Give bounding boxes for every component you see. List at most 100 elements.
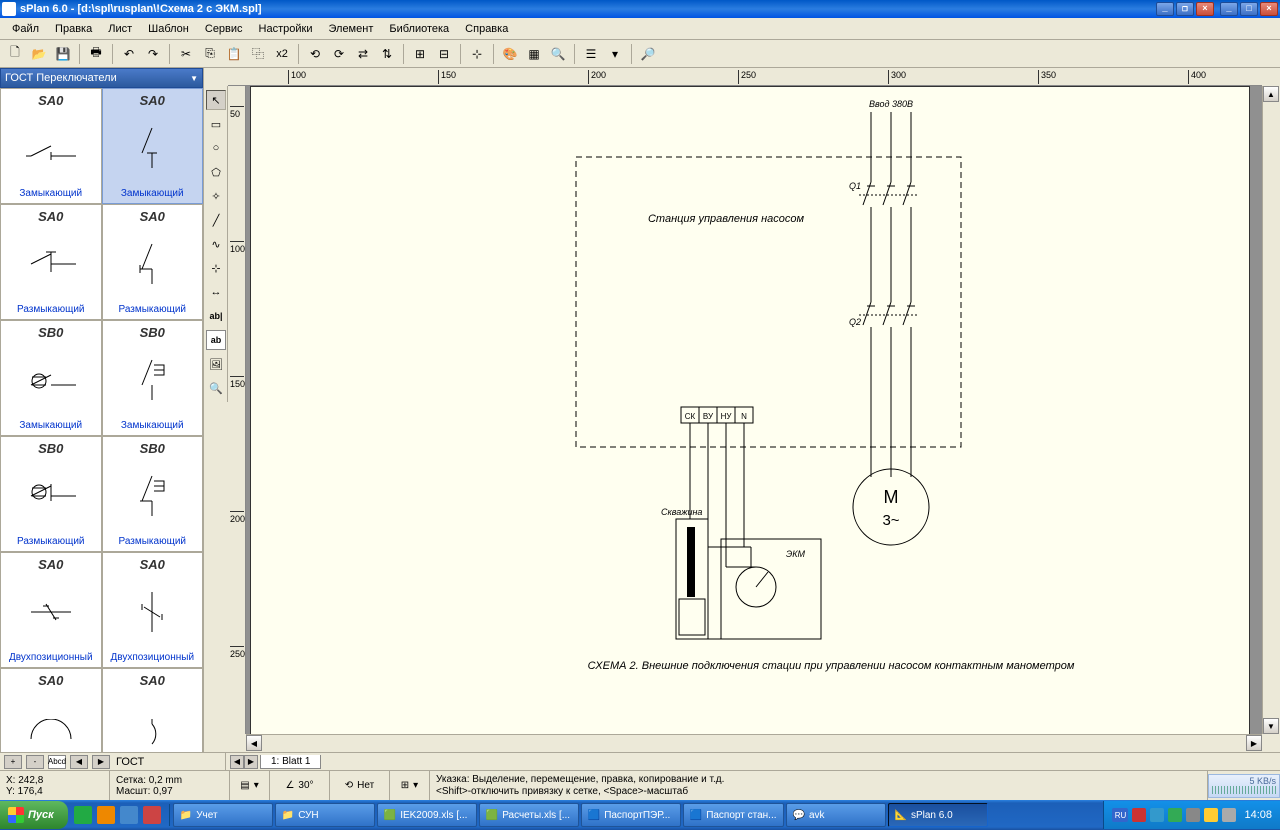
list-icon[interactable]: ☰ xyxy=(580,43,602,65)
dimension-tool-icon[interactable]: ↔ xyxy=(206,282,226,302)
tray-icon-1[interactable] xyxy=(1132,808,1146,822)
menu-help[interactable]: Справка xyxy=(457,21,516,37)
rotate-right-icon[interactable]: ⟳ xyxy=(328,43,350,65)
scroll-right-icon[interactable]: ▶ xyxy=(1246,735,1262,751)
component-5[interactable]: SB0Замыкающий xyxy=(102,320,204,436)
maximize-button[interactable]: □ xyxy=(1240,2,1258,16)
task-button-7[interactable]: 📐sPlan 6.0 xyxy=(888,803,988,827)
component-10[interactable]: SA0 xyxy=(0,668,102,752)
canvas-viewport[interactable]: Ввод 380В Станция управления насосом Q1 xyxy=(246,86,1262,734)
menu-sheet[interactable]: Лист xyxy=(100,21,140,37)
tab-prev-icon[interactable]: ◀ xyxy=(230,755,244,769)
group-icon[interactable]: ⊞ xyxy=(409,43,431,65)
lib-toggle-right[interactable]: ▶ xyxy=(92,755,110,769)
paste-icon[interactable]: 📋 xyxy=(223,43,245,65)
minimize-button-outer[interactable]: _ xyxy=(1220,2,1238,16)
component-4[interactable]: SB0Замыкающий xyxy=(0,320,102,436)
menu-settings[interactable]: Настройки xyxy=(251,21,321,37)
vertical-scrollbar[interactable]: ▲ ▼ xyxy=(1262,86,1280,734)
component-8[interactable]: SA0Двухпозиционный xyxy=(0,552,102,668)
menu-template[interactable]: Шаблон xyxy=(140,21,197,37)
category-selector[interactable]: ГОСТ Переключатели xyxy=(0,68,203,88)
minimize-button[interactable]: _ xyxy=(1156,2,1174,16)
task-button-6[interactable]: 💬avk xyxy=(786,803,886,827)
duplicate-icon[interactable]: ⿻ xyxy=(247,43,269,65)
image-tool-icon[interactable]: 🖼 xyxy=(206,354,226,374)
print-icon[interactable]: 🖶 xyxy=(85,43,107,65)
ql-icon-4[interactable] xyxy=(143,806,161,824)
ql-icon-3[interactable] xyxy=(120,806,138,824)
save-icon[interactable]: 💾 xyxy=(52,43,74,65)
poly-tool-icon[interactable]: ⬠ xyxy=(206,162,226,182)
component-11[interactable]: SA0 xyxy=(102,668,204,752)
zoom-fit-icon[interactable]: 🔎 xyxy=(637,43,659,65)
task-button-4[interactable]: 🟦ПаспортПЭР... xyxy=(581,803,681,827)
component-2[interactable]: SA0Размыкающий xyxy=(0,204,102,320)
zoom-tool-icon[interactable]: 🔍 xyxy=(206,378,226,398)
status-layer[interactable]: ▤▾ xyxy=(230,771,270,800)
status-extra[interactable]: ⊞▾ xyxy=(390,771,430,800)
status-snap[interactable]: ⟲Нет xyxy=(330,771,390,800)
lib-toggle-abcd[interactable]: Abcd xyxy=(48,755,66,769)
new-icon[interactable]: 🗋 xyxy=(4,43,26,65)
close-button[interactable]: × xyxy=(1260,2,1278,16)
pointer-tool-icon[interactable]: ↖ xyxy=(206,90,226,110)
component-6[interactable]: SB0Размыкающий xyxy=(0,436,102,552)
snap-icon[interactable]: ⊹ xyxy=(466,43,488,65)
page-tab-1[interactable]: 1: Blatt 1 xyxy=(260,755,321,769)
menu-library[interactable]: Библиотека xyxy=(381,21,457,37)
component-0[interactable]: SA0Замыкающий xyxy=(0,88,102,204)
tab-next-icon[interactable]: ▶ xyxy=(244,755,258,769)
tray-icon-2[interactable] xyxy=(1150,808,1164,822)
canvas-page[interactable]: Ввод 380В Станция управления насосом Q1 xyxy=(250,86,1250,734)
scroll-down-icon[interactable]: ▼ xyxy=(1263,718,1279,734)
rect-tool-icon[interactable]: ▭ xyxy=(206,114,226,134)
tray-icon-3[interactable] xyxy=(1168,808,1182,822)
ql-icon-2[interactable] xyxy=(97,806,115,824)
tray-clock[interactable]: 14:08 xyxy=(1244,809,1272,821)
lib-toggle-left[interactable]: ◀ xyxy=(70,755,88,769)
color-icon[interactable]: 🎨 xyxy=(499,43,521,65)
menu-service[interactable]: Сервис xyxy=(197,21,251,37)
flip-v-icon[interactable]: ⇅ xyxy=(376,43,398,65)
task-button-3[interactable]: 🟩Расчеты.xls [... xyxy=(479,803,579,827)
component-1[interactable]: SA0Замыкающий xyxy=(102,88,204,204)
menu-element[interactable]: Элемент xyxy=(320,21,381,37)
restore-button[interactable]: ❐ xyxy=(1176,2,1194,16)
tray-icon-4[interactable] xyxy=(1186,808,1200,822)
undo-icon[interactable]: ↶ xyxy=(118,43,140,65)
dropdown-icon[interactable]: ▾ xyxy=(604,43,626,65)
task-button-2[interactable]: 🟩IEK2009.xls [... xyxy=(377,803,477,827)
menu-edit[interactable]: Правка xyxy=(47,21,100,37)
ql-icon-1[interactable] xyxy=(74,806,92,824)
label-tool-icon[interactable]: ab xyxy=(206,330,226,350)
redo-icon[interactable]: ↷ xyxy=(142,43,164,65)
flip-h-icon[interactable]: ⇄ xyxy=(352,43,374,65)
line-tool-icon[interactable]: ╱ xyxy=(206,210,226,230)
component-9[interactable]: SA0Двухпозиционный xyxy=(102,552,204,668)
tray-icon-5[interactable] xyxy=(1204,808,1218,822)
start-button[interactable]: Пуск xyxy=(0,801,68,829)
task-button-1[interactable]: 📁СУН xyxy=(275,803,375,827)
status-angle[interactable]: ∠30° xyxy=(270,771,330,800)
x2-button[interactable]: x2 xyxy=(271,43,293,65)
special-tool-icon[interactable]: ✧ xyxy=(206,186,226,206)
horizontal-scrollbar[interactable]: ◀ ▶ xyxy=(246,734,1262,752)
scroll-left-icon[interactable]: ◀ xyxy=(246,735,262,751)
tray-icon-6[interactable] xyxy=(1222,808,1236,822)
node-tool-icon[interactable]: ⊹ xyxy=(206,258,226,278)
task-button-5[interactable]: 🟦Паспорт стан... xyxy=(683,803,784,827)
rotate-left-icon[interactable]: ⟲ xyxy=(304,43,326,65)
inner-close-button[interactable]: × xyxy=(1196,2,1214,16)
component-7[interactable]: SB0Размыкающий xyxy=(102,436,204,552)
scroll-up-icon[interactable]: ▲ xyxy=(1263,86,1279,102)
copy-icon[interactable]: ⎘ xyxy=(199,43,221,65)
lib-toggle-1[interactable]: + xyxy=(4,755,22,769)
lang-indicator[interactable]: RU xyxy=(1112,808,1128,822)
ungroup-icon[interactable]: ⊟ xyxy=(433,43,455,65)
bezier-tool-icon[interactable]: ∿ xyxy=(206,234,226,254)
find-icon[interactable]: 🔍 xyxy=(547,43,569,65)
cut-icon[interactable]: ✂ xyxy=(175,43,197,65)
circle-tool-icon[interactable]: ○ xyxy=(206,138,226,158)
task-button-0[interactable]: 📁Учет xyxy=(173,803,273,827)
